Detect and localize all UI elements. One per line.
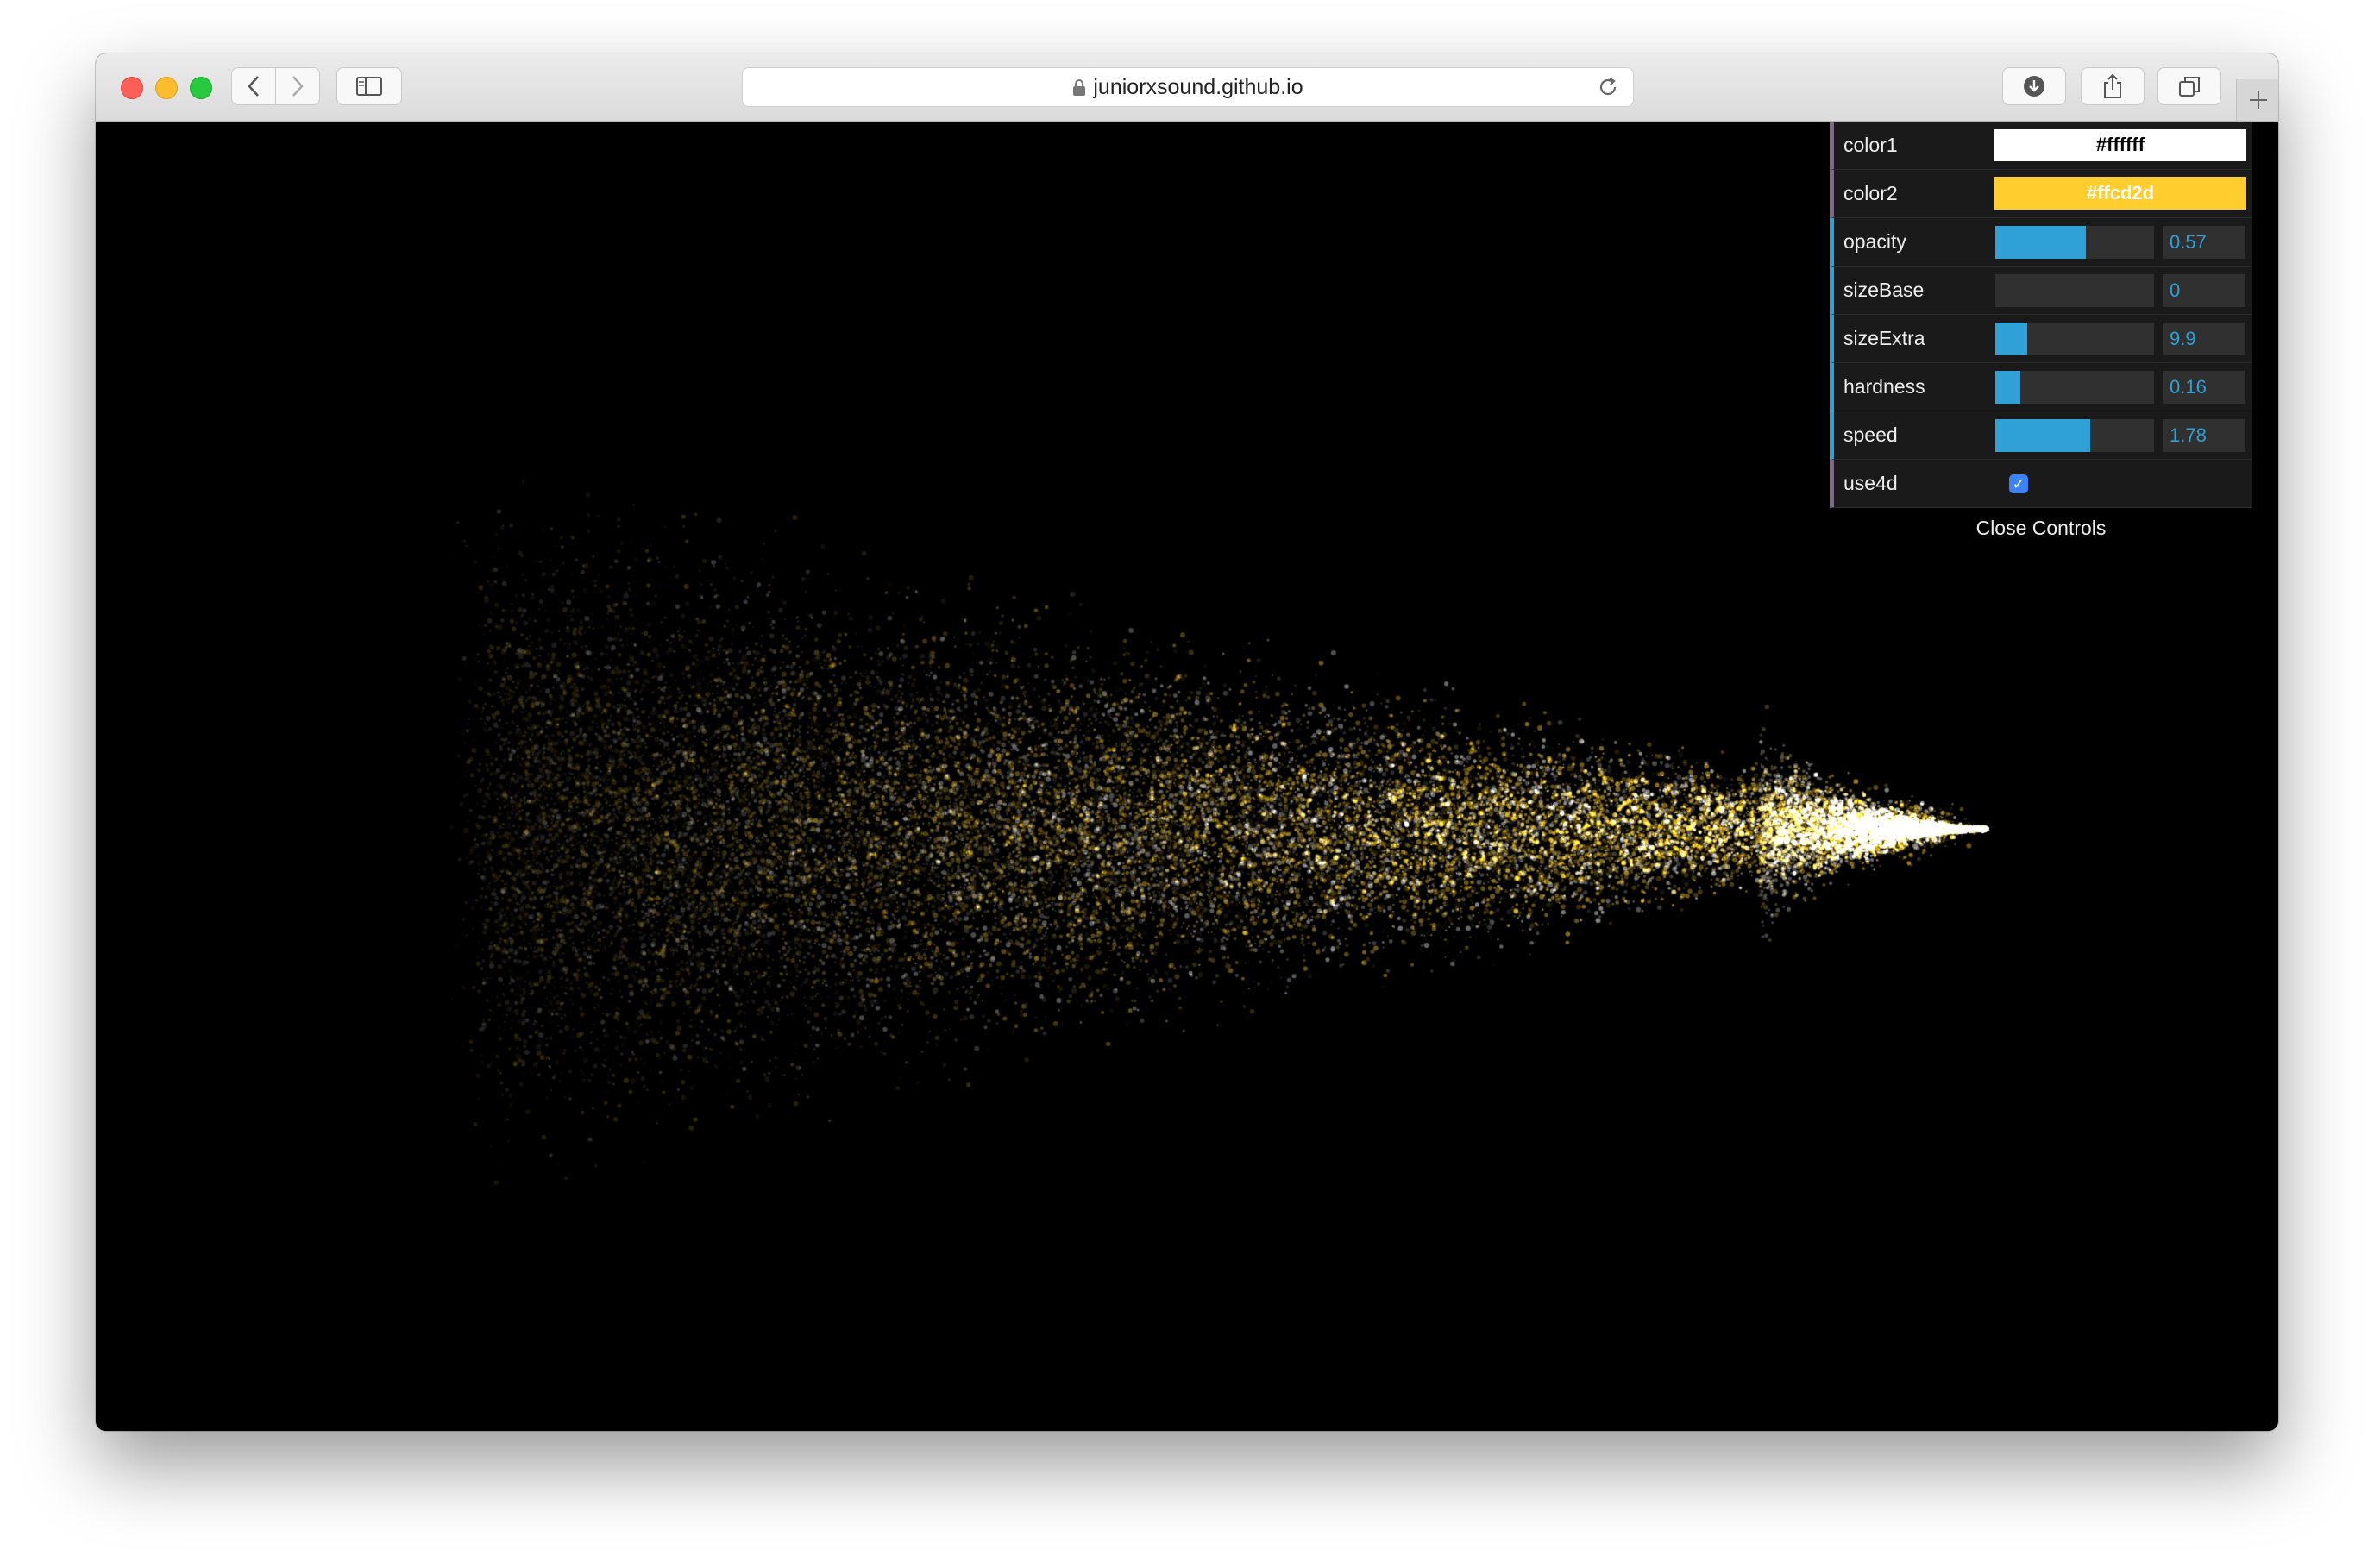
control-label: opacity <box>1843 230 1906 253</box>
slider-fill <box>1995 371 2021 404</box>
control-label: hardness <box>1843 375 1925 398</box>
new-tab-button[interactable] <box>2236 79 2278 121</box>
use4d-checkbox[interactable]: ✓ <box>2009 474 2028 493</box>
tabs-icon <box>2179 77 2200 97</box>
hardness-slider[interactable] <box>1995 371 2154 404</box>
sizebase-input[interactable]: 0 <box>2163 274 2245 307</box>
control-hardness: hardness 0.16 <box>1830 363 2252 411</box>
speed-slider[interactable] <box>1995 419 2154 452</box>
browser-toolbar: juniorxsound.github.io <box>96 53 2278 122</box>
sidebar-toggle-button[interactable] <box>336 67 402 105</box>
slider-fill <box>1995 226 2086 259</box>
tab-overview-button[interactable] <box>2157 67 2221 105</box>
download-icon <box>2024 76 2044 97</box>
minimize-window-button[interactable] <box>155 77 178 99</box>
chevron-left-icon <box>248 76 259 97</box>
controls-panel: color1 #ffffff color2 #ffcd2d opacity 0.… <box>1830 122 2252 549</box>
color1-swatch[interactable]: #ffffff <box>1994 129 2246 161</box>
hardness-input[interactable]: 0.16 <box>2163 371 2245 404</box>
color2-swatch[interactable]: #ffcd2d <box>1994 177 2246 210</box>
checkmark-icon: ✓ <box>2012 475 2025 492</box>
opacity-slider[interactable] <box>1995 226 2154 259</box>
address-bar-text: juniorxsound.github.io <box>743 68 1633 106</box>
control-color2: color2 #ffcd2d <box>1830 170 2252 218</box>
control-label: color2 <box>1843 182 1898 204</box>
sizeextra-input[interactable]: 9.9 <box>2163 323 2245 355</box>
slider-fill <box>1995 419 2091 452</box>
close-window-button[interactable] <box>121 77 143 99</box>
control-label: speed <box>1843 423 1898 446</box>
address-bar[interactable]: juniorxsound.github.io <box>742 67 1634 107</box>
control-label: sizeExtra <box>1843 327 1925 349</box>
control-sizeextra: sizeExtra 9.9 <box>1830 315 2252 363</box>
control-opacity: opacity 0.57 <box>1830 218 2252 267</box>
opacity-input[interactable]: 0.57 <box>2163 226 2245 259</box>
close-controls-button[interactable]: Close Controls <box>1830 508 2252 549</box>
lock-icon <box>1073 79 1086 97</box>
control-use4d: use4d ✓ <box>1830 460 2252 508</box>
url-text: juniorxsound.github.io <box>1093 75 1303 99</box>
reload-icon[interactable] <box>1597 76 1619 98</box>
control-label: color1 <box>1843 134 1898 156</box>
plus-icon <box>2249 91 2267 109</box>
control-label: use4d <box>1843 472 1898 494</box>
forward-button[interactable] <box>275 67 320 105</box>
downloads-button[interactable] <box>2002 67 2066 105</box>
sizeextra-slider[interactable] <box>1995 323 2154 355</box>
browser-window: juniorxsound.github.io color1 #ffffff co… <box>96 53 2278 1431</box>
share-icon <box>2104 73 2121 98</box>
control-sizebase: sizeBase 0 <box>1830 267 2252 315</box>
sidebar-icon <box>356 77 382 96</box>
share-button[interactable] <box>2081 67 2145 105</box>
control-color1: color1 #ffffff <box>1830 122 2252 170</box>
webgl-canvas-area[interactable]: color1 #ffffff color2 #ffcd2d opacity 0.… <box>96 122 2278 1431</box>
control-label: sizeBase <box>1843 279 1925 301</box>
chevron-right-icon <box>292 76 304 97</box>
slider-fill <box>1995 323 2027 355</box>
control-speed: speed 1.78 <box>1830 411 2252 460</box>
back-button[interactable] <box>231 67 276 105</box>
sizebase-slider[interactable] <box>1995 274 2154 307</box>
zoom-window-button[interactable] <box>190 77 212 99</box>
speed-input[interactable]: 1.78 <box>2163 419 2245 452</box>
